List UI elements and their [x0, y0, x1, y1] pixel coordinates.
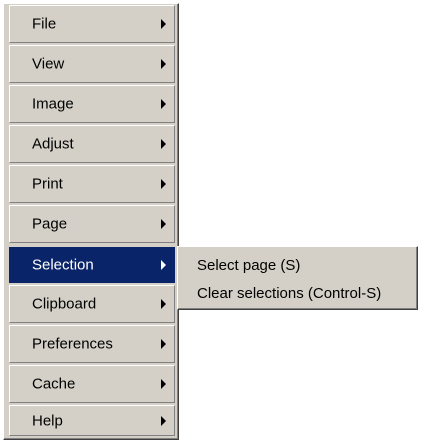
menu-item-label: Cache	[32, 375, 76, 393]
menu-item-adjust[interactable]: Adjust	[9, 125, 175, 163]
submenu-arrow-icon	[161, 179, 166, 189]
submenu-arrow-icon	[161, 139, 166, 149]
menu-item-page[interactable]: Page	[9, 205, 175, 243]
menu-item-selection[interactable]: Selection	[9, 247, 175, 283]
submenu-arrow-icon	[161, 379, 166, 389]
menu-item-label: Clipboard	[32, 295, 97, 313]
submenu-item-clear-selections[interactable]: Clear selections (Control-S)	[197, 285, 381, 302]
submenu-arrow-icon	[161, 339, 166, 349]
menu-item-clipboard[interactable]: Clipboard	[9, 285, 175, 323]
submenu-arrow-icon	[161, 99, 166, 109]
menu-item-image[interactable]: Image	[9, 85, 175, 123]
context-menu-stage: File View Image Adjust Print Page Select…	[0, 0, 422, 441]
submenu-arrow-icon	[161, 19, 166, 29]
menu-item-label: Adjust	[32, 135, 74, 153]
submenu-arrow-icon	[161, 299, 166, 309]
menu-item-label: Page	[32, 215, 68, 233]
menu-item-file[interactable]: File	[9, 5, 175, 43]
submenu-item-select-page[interactable]: Select page (S)	[197, 257, 300, 274]
menu-item-label: Help	[32, 412, 63, 429]
menu-item-label: Preferences	[32, 335, 113, 353]
menu-item-label: Image	[32, 95, 74, 113]
selection-submenu: Select page (S) Clear selections (Contro…	[177, 246, 418, 310]
menu-item-label: View	[32, 55, 65, 73]
submenu-arrow-icon	[161, 415, 166, 426]
menu-item-preferences[interactable]: Preferences	[9, 325, 175, 363]
menu-item-help[interactable]: Help	[9, 405, 175, 436]
menu-item-label: Print	[32, 175, 63, 193]
menu-item-label: File	[32, 15, 57, 33]
menu-item-cache[interactable]: Cache	[9, 365, 175, 403]
submenu-arrow-icon	[161, 219, 166, 229]
main-context-menu: File View Image Adjust Print Page Select…	[3, 3, 179, 440]
menu-item-view[interactable]: View	[9, 45, 175, 83]
menu-item-label: Selection	[32, 256, 94, 274]
menu-item-print[interactable]: Print	[9, 165, 175, 203]
submenu-arrow-icon	[161, 260, 166, 270]
submenu-arrow-icon	[161, 59, 166, 69]
